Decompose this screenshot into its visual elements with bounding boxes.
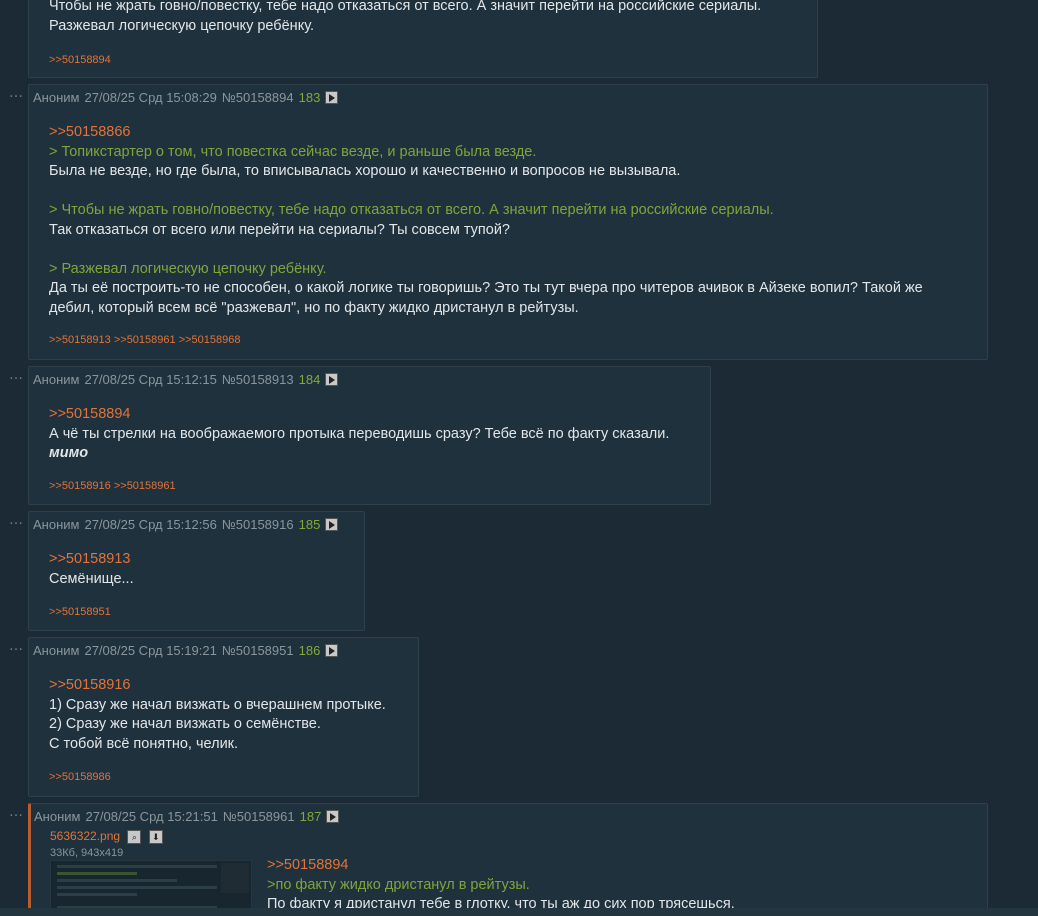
post-header: Аноним 27/08/25 Срд 15:12:15 №50158913 1… [33,372,339,387]
post: Аноним 27/08/25 Срд 15:19:21 №50158951 1… [28,637,419,797]
post-id-link[interactable]: №50158916 [222,517,294,532]
reply-link[interactable]: >>50158916 [49,676,386,696]
post-replies-links[interactable]: >>50158916 >>50158961 [49,480,176,492]
post-body: >>50158894 >по факту жидко дристанул в р… [267,856,735,915]
post-author: Аноним [34,809,81,824]
post-body: >>50158916 1) Сразу же начал визжать о в… [49,676,386,754]
post-date: 27/08/25 Срд 15:12:56 [84,517,217,532]
post-number: 185 [298,517,321,532]
post-text-line: Так отказаться от всего или перейти на с… [49,221,510,238]
post-menu-icon[interactable]: … [9,368,24,382]
signature-text: мимо [49,445,89,461]
post-author: Аноним [33,372,80,387]
post-text-line: Семёнище... [49,570,134,587]
post: Чтобы не жрать говно/повестку, тебе надо… [28,0,818,78]
file-name-link[interactable]: 5636322.png [50,829,120,843]
post-text-line: Чтобы не жрать говно/повестку, тебе надо… [49,0,762,14]
post-replies-links[interactable]: >>50158951 [49,606,111,618]
post-text-line: Да ты её построить-то не способен, о как… [49,280,923,296]
reply-link[interactable]: >>50158913 [49,550,134,570]
reply-link[interactable]: >>50158894 [49,405,669,425]
post-number: 186 [298,643,321,658]
bottom-bar [0,908,1038,916]
search-icon[interactable]: ⌕ [127,829,142,844]
post-date: 27/08/25 Срд 15:12:15 [84,372,217,387]
post-number: 183 [298,90,321,105]
post-text-line: 1) Сразу же начал визжать о вчерашнем пр… [49,696,386,713]
post-date: 27/08/25 Срд 15:19:21 [84,643,217,658]
post-date: 27/08/25 Срд 15:21:51 [85,809,218,824]
post-menu-icon[interactable]: … [9,805,24,819]
post: Аноним 27/08/25 Срд 15:12:56 №50158916 1… [28,511,365,631]
greentext-quote: > Топикстартер о том, что повестка сейча… [49,143,537,160]
post-id-link[interactable]: №50158894 [222,90,294,105]
post-id-link[interactable]: №50158913 [222,372,294,387]
file-meta: 33Кб, 943x419 [50,846,124,859]
post-body: >>50158866 > Топикстартер о том, что пов… [49,123,923,318]
play-icon[interactable] [325,373,339,386]
post-number: 187 [299,809,322,824]
post-body: Чтобы не жрать говно/повестку, тебе надо… [49,0,761,36]
post-author: Аноним [33,643,80,658]
post-menu-icon[interactable]: … [9,86,24,100]
post-date: 27/08/25 Срд 15:08:29 [84,90,217,105]
post: Аноним 27/08/25 Срд 15:21:51 №50158961 1… [28,803,988,916]
post-menu-icon[interactable]: … [9,513,24,527]
post: Аноним 27/08/25 Срд 15:08:29 №50158894 1… [28,84,988,360]
post-id-link[interactable]: №50158951 [222,643,294,658]
download-icon[interactable]: ⬇ [148,829,163,844]
play-icon[interactable] [325,518,339,531]
play-icon[interactable] [326,810,340,823]
post-text-line: С тобой всё понятно, челик. [49,735,239,752]
greentext-quote: > Чтобы не жрать говно/повестку, тебе на… [49,202,774,218]
play-icon[interactable] [325,91,339,104]
post-text-line: дебил, который всем всё "разжевал", но п… [49,299,579,316]
thread-page: Чтобы не жрать говно/повестку, тебе надо… [0,0,1038,916]
post-replies-links[interactable]: >>50158913 >>50158961 >>50158968 [49,334,240,346]
reply-link[interactable]: >>50158866 [49,123,923,143]
post-header: Аноним 27/08/25 Срд 15:19:21 №50158951 1… [33,643,339,658]
post-author: Аноним [33,90,80,105]
post-author: Аноним [33,517,80,532]
play-icon[interactable] [325,644,339,657]
post-menu-icon[interactable]: … [9,639,24,653]
post-number: 184 [298,372,321,387]
file-attachment-info: 5636322.png ⌕ ⬇ 33Кб, 943x419 [50,829,163,859]
post-header: Аноним 27/08/25 Срд 15:21:51 №50158961 1… [34,809,340,824]
post-replies-links[interactable]: >>50158986 [49,771,111,783]
post-text-line: А чё ты стрелки на воображаемого протыка… [49,425,670,442]
post-header: Аноним 27/08/25 Срд 15:08:29 №50158894 1… [33,90,339,105]
post-text-line: 2) Сразу же начал визжать о семёнстве. [49,716,321,732]
post-id-link[interactable]: №50158961 [223,809,295,824]
reply-link[interactable]: >>50158894 [267,856,735,876]
post-body: >>50158894 А чё ты стрелки на воображаем… [49,405,669,464]
post-text-line: Была не везде, но где была, то вписывала… [49,163,681,179]
post: Аноним 27/08/25 Срд 15:12:15 №50158913 1… [28,366,711,505]
post-replies-links[interactable]: >>50158894 [49,54,111,66]
post-text-line: Разжевал логическую цепочку ребёнку. [49,17,315,34]
post-header: Аноним 27/08/25 Срд 15:12:56 №50158916 1… [33,517,339,532]
post-body: >>50158913 Семёнище... [49,550,134,589]
greentext-quote: >по факту жидко дристанул в рейтузы. [267,876,530,893]
greentext-quote: > Разжевал логическую цепочку ребёнку. [49,260,327,277]
